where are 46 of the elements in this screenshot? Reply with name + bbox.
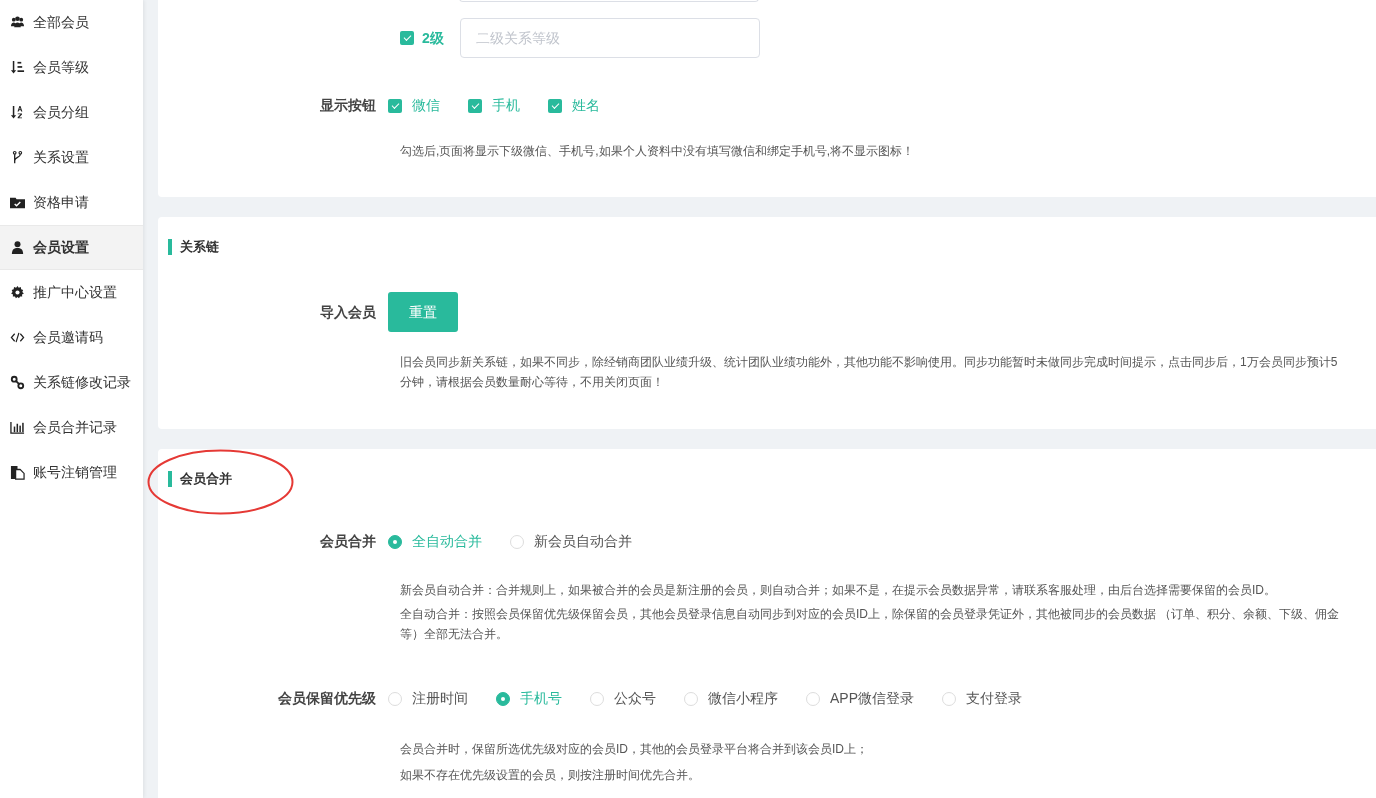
help-text: 旧会员同步新关系链，如果不同步，除经销商团队业绩升级、统计团队业绩功能外，其他功能不影响使用。同步功能暂时未做同步完成时间提示，点击同步后，1万会员同步预计5分钟，请根据会员数量耐心等待，不用关闭页面！: [400, 354, 1339, 391]
sidebar-item[interactable]: 全部会员: [0, 0, 143, 45]
help-text: 全自动合并：按照会员保留优先级保留会员，其他会员登录信息自动同步到对应的会员ID上，除保留的会员登录凭证外，其他被同步的会员数据 （订单、积分、余额、下级、佣金等）全部无法合并。: [400, 606, 1341, 643]
sidebar-item[interactable]: 会员合并记录: [0, 405, 143, 450]
sidebar-item[interactable]: 账号注销管理: [0, 450, 143, 495]
radio-label[interactable]: APP微信登录: [830, 688, 914, 709]
sidebar-item[interactable]: 关系链修改记录: [0, 360, 143, 405]
bar-chart-icon: [10, 420, 25, 435]
folder-check-icon: [10, 195, 25, 210]
code-icon: [10, 330, 25, 345]
checkbox[interactable]: [400, 31, 414, 45]
radio-label[interactable]: 注册时间: [412, 688, 468, 709]
sidebar-item[interactable]: 关系设置: [0, 135, 143, 180]
radio-label[interactable]: 支付登录: [966, 688, 1022, 709]
field-label: 显示按钮: [319, 96, 377, 115]
section-title: 会员合并: [168, 471, 1376, 487]
documents-icon: [10, 465, 25, 480]
sidebar-item[interactable]: 推广中心设置: [0, 270, 143, 315]
field-label: 导入会员: [319, 302, 377, 322]
sidebar-item[interactable]: 会员邀请码: [0, 315, 143, 360]
field-label: 会员合并: [319, 532, 377, 551]
branch-icon: [10, 150, 25, 165]
person-icon: [10, 240, 25, 255]
help-text: 勾选后,页面将显示下级微信、手机号,如果个人资料中没有填写微信和绑定手机号,将不显示图标！: [400, 143, 915, 160]
help-text: 会员合并时，保留所选优先级对应的会员ID，其他的会员登录平台将合并到该会员ID上；: [400, 741, 869, 758]
sort-alpha-icon: [10, 105, 25, 120]
checkbox[interactable]: [468, 98, 482, 113]
radio-button[interactable]: [496, 691, 510, 706]
radio-label[interactable]: 公众号: [614, 688, 656, 709]
checkbox[interactable]: [548, 98, 562, 113]
sidebar-item[interactable]: 会员分组: [0, 90, 143, 135]
link-icon: [10, 375, 25, 390]
checkbox[interactable]: [388, 98, 402, 113]
sort-list-icon: [10, 60, 25, 75]
gear-icon: [10, 285, 25, 300]
field-label: 会员保留优先级: [277, 689, 377, 708]
radio-label[interactable]: 新会员自动合并: [534, 531, 632, 552]
people-icon: [10, 15, 25, 30]
sidebar-item[interactable]: 资格申请: [0, 180, 143, 225]
radio-label[interactable]: 微信小程序: [708, 688, 778, 709]
section-title: 关系链: [168, 239, 1376, 255]
help-text: 新会员自动合并：合并规则上，如果被合并的会员是新注册的会员，则自动合并；如果不是，在提示会员数据异常，请联系客服处理，由后台选择需要保留的会员ID。: [400, 582, 1277, 599]
sidebar-item[interactable]: 会员等级: [0, 45, 143, 90]
help-text: 如果不存在优先级设置的会员，则按注册时间优先合并。: [400, 767, 701, 784]
radio-button[interactable]: [388, 534, 402, 549]
sidebar-item[interactable]: 会员设置: [0, 225, 143, 270]
